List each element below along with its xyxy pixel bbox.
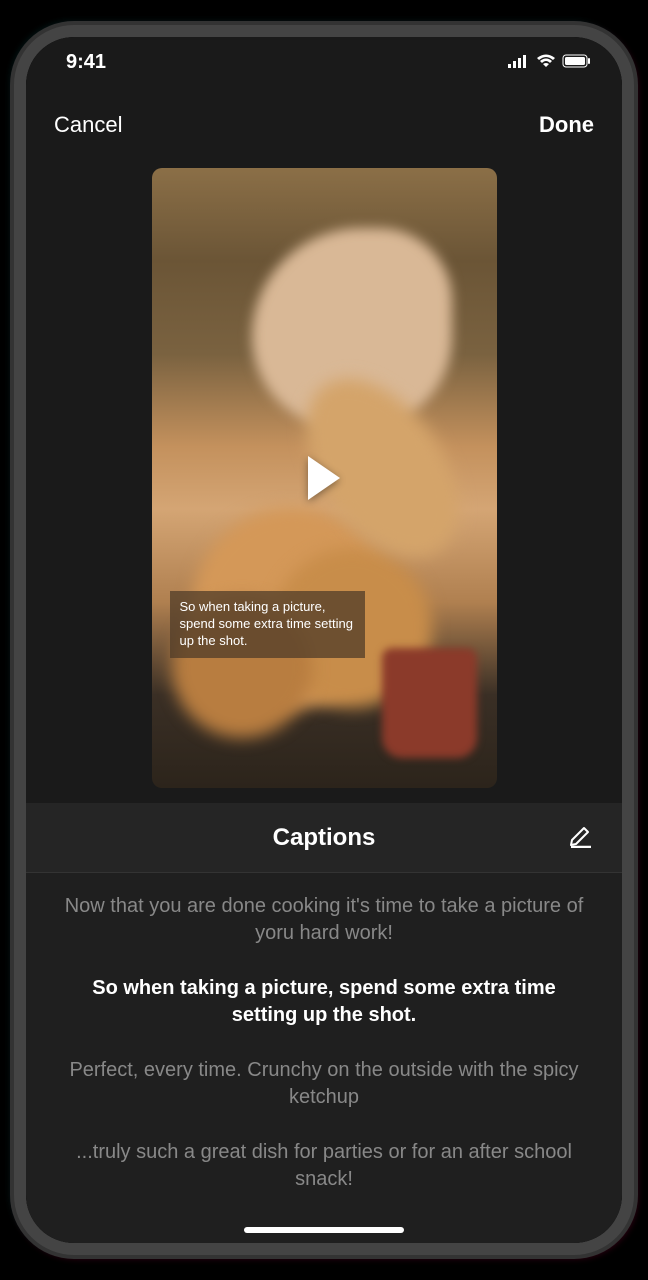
battery-icon [562,51,592,74]
caption-line[interactable]: Now that you are done cooking it's time … [61,893,587,947]
done-button[interactable]: Done [539,112,594,138]
video-preview[interactable]: So when taking a picture, spend some ext… [152,168,497,788]
captions-title: Captions [273,824,376,852]
captions-list[interactable]: Now that you are done cooking it's time … [26,873,622,1243]
phone-frame: 9:41 Cancel Done [14,25,634,1255]
captions-header: Captions [26,803,622,873]
edit-button[interactable] [568,822,594,853]
nav-bar: Cancel Done [26,87,622,158]
status-icons [508,51,592,74]
captions-section: Captions Now that you are done cooking i… [26,803,622,1243]
signal-icon [508,51,530,74]
caption-line[interactable]: Perfect, every time. Crunchy on the outs… [61,1057,587,1111]
home-indicator[interactable] [244,1227,404,1233]
cancel-button[interactable]: Cancel [54,112,122,138]
status-time: 9:41 [66,51,106,74]
status-bar: 9:41 [26,37,622,87]
wifi-icon [536,51,556,74]
caption-line[interactable]: ...truly such a great dish for parties o… [61,1139,587,1193]
pencil-icon [568,822,594,848]
caption-line-active[interactable]: So when taking a picture, spend some ext… [61,975,587,1029]
caption-overlay: So when taking a picture, spend some ext… [170,591,365,658]
video-area: So when taking a picture, spend some ext… [26,158,622,803]
screen: 9:41 Cancel Done [26,37,622,1243]
play-icon[interactable] [308,456,340,500]
